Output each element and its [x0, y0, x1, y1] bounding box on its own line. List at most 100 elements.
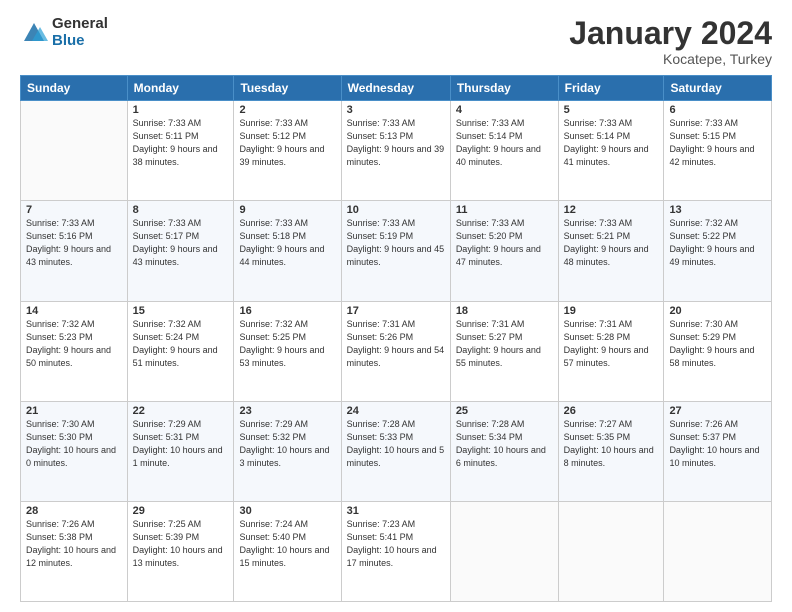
day-info: Sunrise: 7:28 AM Sunset: 5:34 PM Dayligh…	[456, 418, 553, 470]
table-row: 30Sunrise: 7:24 AM Sunset: 5:40 PM Dayli…	[234, 501, 341, 601]
table-row	[450, 501, 558, 601]
day-number: 10	[347, 204, 445, 216]
header-monday: Monday	[127, 76, 234, 101]
day-info: Sunrise: 7:26 AM Sunset: 5:38 PM Dayligh…	[26, 518, 122, 570]
day-info: Sunrise: 7:23 AM Sunset: 5:41 PM Dayligh…	[347, 518, 445, 570]
day-number: 30	[239, 505, 335, 517]
day-info: Sunrise: 7:33 AM Sunset: 5:19 PM Dayligh…	[347, 217, 445, 269]
day-info: Sunrise: 7:29 AM Sunset: 5:31 PM Dayligh…	[133, 418, 229, 470]
day-info: Sunrise: 7:31 AM Sunset: 5:26 PM Dayligh…	[347, 318, 445, 370]
day-info: Sunrise: 7:33 AM Sunset: 5:12 PM Dayligh…	[239, 117, 335, 169]
day-number: 4	[456, 104, 553, 116]
day-info: Sunrise: 7:32 AM Sunset: 5:25 PM Dayligh…	[239, 318, 335, 370]
table-row: 29Sunrise: 7:25 AM Sunset: 5:39 PM Dayli…	[127, 501, 234, 601]
day-number: 20	[669, 305, 766, 317]
header-wednesday: Wednesday	[341, 76, 450, 101]
day-number: 3	[347, 104, 445, 116]
day-info: Sunrise: 7:25 AM Sunset: 5:39 PM Dayligh…	[133, 518, 229, 570]
table-row: 14Sunrise: 7:32 AM Sunset: 5:23 PM Dayli…	[21, 301, 128, 401]
day-info: Sunrise: 7:30 AM Sunset: 5:29 PM Dayligh…	[669, 318, 766, 370]
table-row: 7Sunrise: 7:33 AM Sunset: 5:16 PM Daylig…	[21, 201, 128, 301]
day-number: 26	[564, 405, 659, 417]
logo-icon	[20, 19, 48, 47]
header-friday: Friday	[558, 76, 664, 101]
table-row: 4Sunrise: 7:33 AM Sunset: 5:14 PM Daylig…	[450, 101, 558, 201]
table-row	[21, 101, 128, 201]
day-info: Sunrise: 7:33 AM Sunset: 5:17 PM Dayligh…	[133, 217, 229, 269]
day-number: 21	[26, 405, 122, 417]
day-number: 12	[564, 204, 659, 216]
day-number: 28	[26, 505, 122, 517]
day-number: 1	[133, 104, 229, 116]
calendar-table: Sunday Monday Tuesday Wednesday Thursday…	[20, 75, 772, 602]
day-info: Sunrise: 7:32 AM Sunset: 5:24 PM Dayligh…	[133, 318, 229, 370]
header: General Blue January 2024 Kocatepe, Turk…	[20, 16, 772, 67]
table-row: 23Sunrise: 7:29 AM Sunset: 5:32 PM Dayli…	[234, 401, 341, 501]
day-info: Sunrise: 7:33 AM Sunset: 5:13 PM Dayligh…	[347, 117, 445, 169]
day-info: Sunrise: 7:33 AM Sunset: 5:15 PM Dayligh…	[669, 117, 766, 169]
table-row: 9Sunrise: 7:33 AM Sunset: 5:18 PM Daylig…	[234, 201, 341, 301]
table-row: 24Sunrise: 7:28 AM Sunset: 5:33 PM Dayli…	[341, 401, 450, 501]
day-info: Sunrise: 7:32 AM Sunset: 5:23 PM Dayligh…	[26, 318, 122, 370]
day-number: 18	[456, 305, 553, 317]
day-info: Sunrise: 7:31 AM Sunset: 5:27 PM Dayligh…	[456, 318, 553, 370]
week-row-4: 21Sunrise: 7:30 AM Sunset: 5:30 PM Dayli…	[21, 401, 772, 501]
weekday-header-row: Sunday Monday Tuesday Wednesday Thursday…	[21, 76, 772, 101]
table-row	[558, 501, 664, 601]
day-number: 13	[669, 204, 766, 216]
table-row: 8Sunrise: 7:33 AM Sunset: 5:17 PM Daylig…	[127, 201, 234, 301]
day-number: 27	[669, 405, 766, 417]
table-row: 25Sunrise: 7:28 AM Sunset: 5:34 PM Dayli…	[450, 401, 558, 501]
day-info: Sunrise: 7:30 AM Sunset: 5:30 PM Dayligh…	[26, 418, 122, 470]
day-info: Sunrise: 7:31 AM Sunset: 5:28 PM Dayligh…	[564, 318, 659, 370]
table-row: 2Sunrise: 7:33 AM Sunset: 5:12 PM Daylig…	[234, 101, 341, 201]
table-row: 13Sunrise: 7:32 AM Sunset: 5:22 PM Dayli…	[664, 201, 772, 301]
table-row: 16Sunrise: 7:32 AM Sunset: 5:25 PM Dayli…	[234, 301, 341, 401]
day-info: Sunrise: 7:28 AM Sunset: 5:33 PM Dayligh…	[347, 418, 445, 470]
day-number: 23	[239, 405, 335, 417]
day-info: Sunrise: 7:33 AM Sunset: 5:16 PM Dayligh…	[26, 217, 122, 269]
table-row: 26Sunrise: 7:27 AM Sunset: 5:35 PM Dayli…	[558, 401, 664, 501]
logo-blue-text: Blue	[52, 33, 108, 50]
day-info: Sunrise: 7:33 AM Sunset: 5:11 PM Dayligh…	[133, 117, 229, 169]
header-thursday: Thursday	[450, 76, 558, 101]
day-info: Sunrise: 7:24 AM Sunset: 5:40 PM Dayligh…	[239, 518, 335, 570]
day-number: 9	[239, 204, 335, 216]
table-row: 17Sunrise: 7:31 AM Sunset: 5:26 PM Dayli…	[341, 301, 450, 401]
day-number: 22	[133, 405, 229, 417]
title-block: January 2024 Kocatepe, Turkey	[569, 16, 772, 67]
table-row: 22Sunrise: 7:29 AM Sunset: 5:31 PM Dayli…	[127, 401, 234, 501]
day-number: 15	[133, 305, 229, 317]
day-info: Sunrise: 7:33 AM Sunset: 5:14 PM Dayligh…	[456, 117, 553, 169]
logo-general-text: General	[52, 16, 108, 33]
table-row: 10Sunrise: 7:33 AM Sunset: 5:19 PM Dayli…	[341, 201, 450, 301]
table-row: 20Sunrise: 7:30 AM Sunset: 5:29 PM Dayli…	[664, 301, 772, 401]
day-info: Sunrise: 7:33 AM Sunset: 5:20 PM Dayligh…	[456, 217, 553, 269]
day-info: Sunrise: 7:33 AM Sunset: 5:18 PM Dayligh…	[239, 217, 335, 269]
table-row: 15Sunrise: 7:32 AM Sunset: 5:24 PM Dayli…	[127, 301, 234, 401]
logo: General Blue	[20, 16, 108, 49]
table-row: 5Sunrise: 7:33 AM Sunset: 5:14 PM Daylig…	[558, 101, 664, 201]
day-info: Sunrise: 7:33 AM Sunset: 5:21 PM Dayligh…	[564, 217, 659, 269]
day-number: 8	[133, 204, 229, 216]
header-saturday: Saturday	[664, 76, 772, 101]
day-number: 11	[456, 204, 553, 216]
week-row-2: 7Sunrise: 7:33 AM Sunset: 5:16 PM Daylig…	[21, 201, 772, 301]
day-number: 25	[456, 405, 553, 417]
header-sunday: Sunday	[21, 76, 128, 101]
day-number: 16	[239, 305, 335, 317]
calendar-page: General Blue January 2024 Kocatepe, Turk…	[0, 0, 792, 612]
day-number: 31	[347, 505, 445, 517]
table-row: 18Sunrise: 7:31 AM Sunset: 5:27 PM Dayli…	[450, 301, 558, 401]
header-tuesday: Tuesday	[234, 76, 341, 101]
week-row-1: 1Sunrise: 7:33 AM Sunset: 5:11 PM Daylig…	[21, 101, 772, 201]
day-info: Sunrise: 7:29 AM Sunset: 5:32 PM Dayligh…	[239, 418, 335, 470]
table-row: 12Sunrise: 7:33 AM Sunset: 5:21 PM Dayli…	[558, 201, 664, 301]
table-row: 31Sunrise: 7:23 AM Sunset: 5:41 PM Dayli…	[341, 501, 450, 601]
table-row: 28Sunrise: 7:26 AM Sunset: 5:38 PM Dayli…	[21, 501, 128, 601]
week-row-3: 14Sunrise: 7:32 AM Sunset: 5:23 PM Dayli…	[21, 301, 772, 401]
day-number: 24	[347, 405, 445, 417]
day-info: Sunrise: 7:26 AM Sunset: 5:37 PM Dayligh…	[669, 418, 766, 470]
table-row	[664, 501, 772, 601]
table-row: 6Sunrise: 7:33 AM Sunset: 5:15 PM Daylig…	[664, 101, 772, 201]
